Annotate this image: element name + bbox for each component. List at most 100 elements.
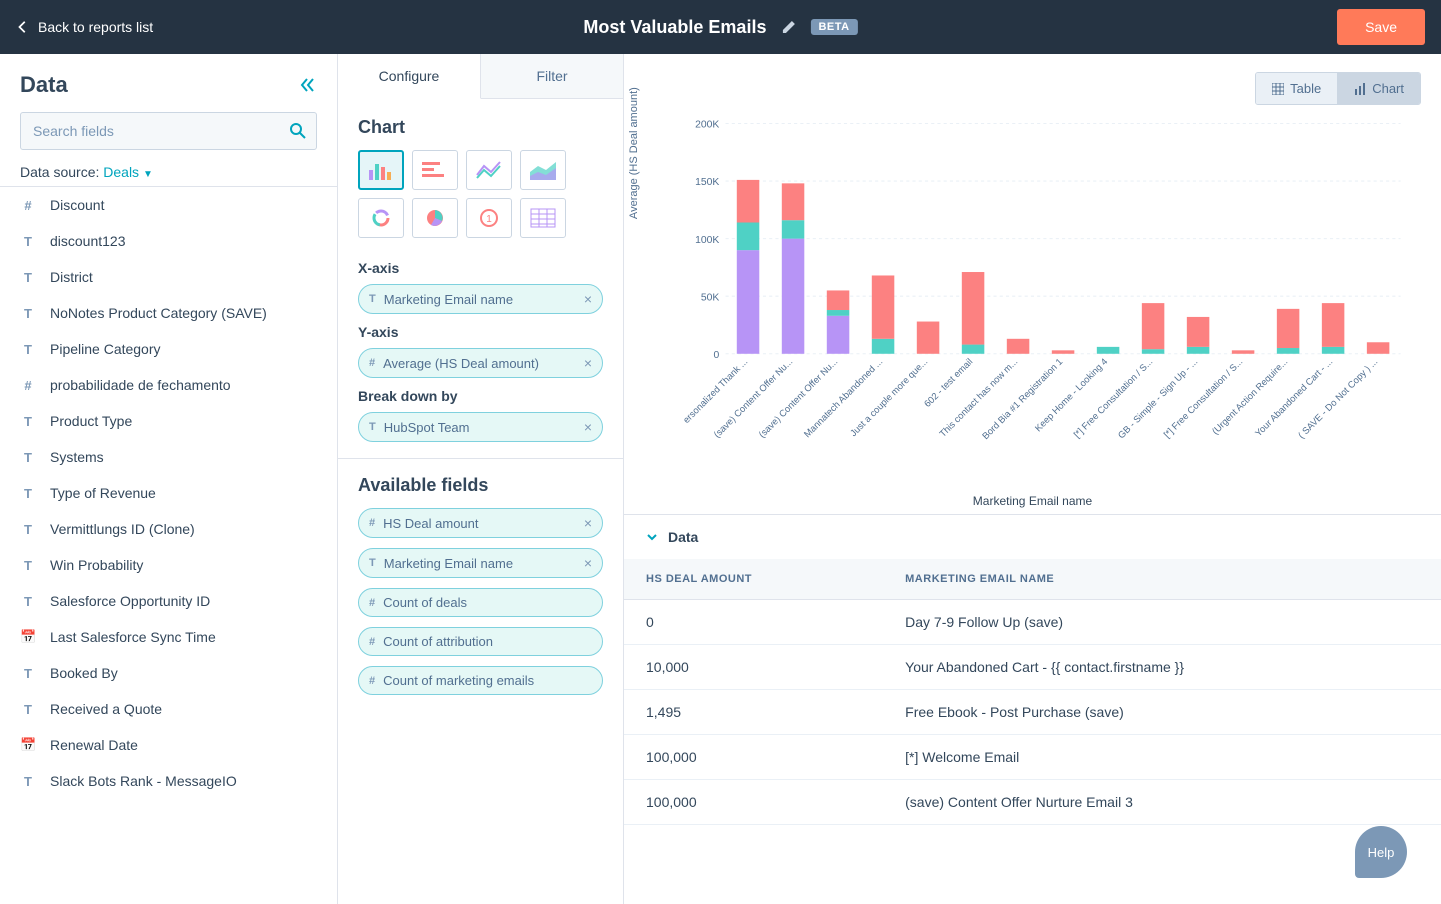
chart-section-title: Chart: [358, 117, 603, 138]
field-label: NoNotes Product Category (SAVE): [50, 305, 267, 321]
visualization-area: Table Chart Average (HS Deal amount) 050…: [624, 54, 1441, 904]
field-label: District: [50, 269, 93, 285]
available-field-pill[interactable]: #Count of attribution: [358, 627, 603, 656]
pencil-icon[interactable]: [780, 19, 796, 35]
chart-icon: [1354, 83, 1366, 95]
bar-segment[interactable]: [1052, 350, 1075, 353]
field-item[interactable]: TVermittlungs ID (Clone): [0, 511, 337, 547]
field-item[interactable]: TPipeline Category: [0, 331, 337, 367]
config-tabs: Configure Filter: [338, 54, 623, 99]
table-row[interactable]: 1,495Free Ebook - Post Purchase (save): [624, 689, 1441, 734]
bar-segment[interactable]: [782, 183, 805, 220]
bar-segment[interactable]: [1142, 303, 1165, 349]
field-item[interactable]: TSalesforce Opportunity ID: [0, 583, 337, 619]
bar-segment[interactable]: [1007, 339, 1030, 354]
field-label: Discount: [50, 197, 104, 213]
bar-segment[interactable]: [1322, 303, 1345, 347]
remove-icon[interactable]: ×: [584, 555, 592, 571]
bar-segment[interactable]: [962, 272, 985, 345]
chart-type-pie[interactable]: [412, 198, 458, 238]
bar-segment[interactable]: [782, 220, 805, 238]
bar-segment[interactable]: [1322, 347, 1345, 354]
field-type-icon: #: [20, 198, 36, 213]
field-item[interactable]: TNoNotes Product Category (SAVE): [0, 295, 337, 331]
field-item[interactable]: TDistrict: [0, 259, 337, 295]
bar-segment[interactable]: [917, 322, 940, 354]
table-row[interactable]: 100,000(save) Content Offer Nurture Emai…: [624, 779, 1441, 824]
bar-segment[interactable]: [1187, 347, 1210, 354]
bar-segment[interactable]: [962, 345, 985, 354]
bar-segment[interactable]: [737, 180, 760, 223]
bar-segment[interactable]: [737, 223, 760, 251]
bar-segment[interactable]: [1142, 349, 1165, 354]
x-category-label: [*] Free Consultation / S...: [1162, 356, 1245, 439]
available-field-pill[interactable]: #Count of marketing emails: [358, 666, 603, 695]
data-source-select[interactable]: Deals ▼: [103, 164, 153, 180]
available-field-pill[interactable]: #HS Deal amount×: [358, 508, 603, 538]
bar-segment[interactable]: [827, 310, 850, 316]
collapse-icon[interactable]: [299, 76, 317, 94]
field-item[interactable]: Tdiscount123: [0, 223, 337, 259]
bar-segment[interactable]: [1277, 309, 1300, 348]
field-item[interactable]: TType of Revenue: [0, 475, 337, 511]
bar-segment[interactable]: [1097, 347, 1120, 354]
table-view-button[interactable]: Table: [1256, 73, 1338, 104]
field-item[interactable]: TWin Probability: [0, 547, 337, 583]
remove-icon[interactable]: ×: [584, 515, 592, 531]
bar-segment[interactable]: [1232, 350, 1255, 353]
bar-segment[interactable]: [827, 316, 850, 354]
table-header[interactable]: MARKETING EMAIL NAME: [883, 559, 1441, 600]
field-type-icon: T: [20, 486, 36, 501]
data-table: HS DEAL AMOUNTMARKETING EMAIL NAME 0Day …: [624, 559, 1441, 825]
xaxis-pill[interactable]: TMarketing Email name ×: [358, 284, 603, 314]
chevron-down-icon: [646, 531, 658, 543]
table-row[interactable]: 100,000[*] Welcome Email: [624, 734, 1441, 779]
remove-icon[interactable]: ×: [584, 355, 592, 371]
bar-segment[interactable]: [1367, 342, 1390, 354]
help-button[interactable]: Help: [1355, 826, 1407, 878]
table-row[interactable]: 10,000Your Abandoned Cart - {{ contact.f…: [624, 644, 1441, 689]
data-section-header[interactable]: Data: [624, 515, 1441, 559]
chart-type-bar[interactable]: [412, 150, 458, 190]
field-item[interactable]: 📅Renewal Date: [0, 727, 337, 763]
remove-icon[interactable]: ×: [584, 291, 592, 307]
table-row[interactable]: 0Day 7-9 Follow Up (save): [624, 599, 1441, 644]
bar-segment[interactable]: [737, 250, 760, 354]
table-header[interactable]: HS DEAL AMOUNT: [624, 559, 883, 600]
chart-type-line[interactable]: [466, 150, 512, 190]
tab-filter[interactable]: Filter: [481, 54, 623, 98]
field-item[interactable]: TSystems: [0, 439, 337, 475]
field-item[interactable]: TSlack Bots Rank - MessageIO: [0, 763, 337, 799]
bar-segment[interactable]: [872, 339, 895, 354]
save-button[interactable]: Save: [1337, 9, 1425, 45]
field-item[interactable]: TBooked By: [0, 655, 337, 691]
field-type-icon: 📅: [20, 629, 36, 645]
available-field-pill[interactable]: TMarketing Email name×: [358, 548, 603, 578]
field-item[interactable]: 📅Last Salesforce Sync Time: [0, 619, 337, 655]
bar-segment[interactable]: [872, 275, 895, 338]
chart-type-table[interactable]: [520, 198, 566, 238]
available-field-pill[interactable]: #Count of deals: [358, 588, 603, 617]
field-item[interactable]: # Discount: [0, 187, 337, 223]
tab-configure[interactable]: Configure: [338, 54, 481, 99]
chart-type-column[interactable]: [358, 150, 404, 190]
back-link[interactable]: Back to reports list: [16, 19, 153, 35]
bar-segment[interactable]: [827, 290, 850, 310]
field-item[interactable]: TReceived a Quote: [0, 691, 337, 727]
yaxis-pill[interactable]: #Average (HS Deal amount) ×: [358, 348, 603, 378]
bar-chart[interactable]: 050K100K150K200K[ST] Personalized Thank …: [684, 113, 1411, 490]
chart-type-kpi[interactable]: 1: [466, 198, 512, 238]
chart-type-area[interactable]: [520, 150, 566, 190]
field-item[interactable]: #probabilidade de fechamento: [0, 367, 337, 403]
remove-icon[interactable]: ×: [584, 419, 592, 435]
chart-view-button[interactable]: Chart: [1338, 73, 1420, 104]
chart-type-donut[interactable]: [358, 198, 404, 238]
field-label: probabilidade de fechamento: [50, 377, 231, 393]
field-label: discount123: [50, 233, 126, 249]
bar-segment[interactable]: [1187, 317, 1210, 347]
breakdown-pill[interactable]: THubSpot Team ×: [358, 412, 603, 442]
bar-segment[interactable]: [1277, 348, 1300, 354]
bar-segment[interactable]: [782, 239, 805, 354]
search-input[interactable]: [20, 112, 317, 150]
field-item[interactable]: TProduct Type: [0, 403, 337, 439]
